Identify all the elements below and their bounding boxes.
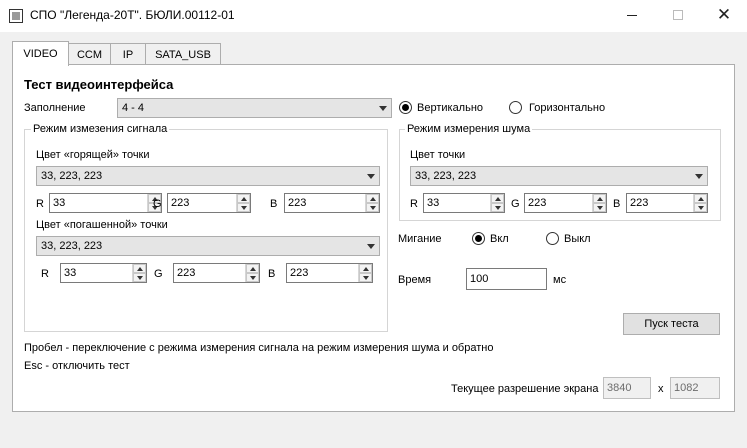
- resolution-height: 1082: [670, 377, 720, 399]
- blink-on-label: Вкл: [490, 233, 509, 245]
- resolution-label: Текущее разрешение экрана: [451, 383, 599, 395]
- dead-pixel-label: Цвет «погашенной» точки: [36, 219, 168, 231]
- hint-space: Пробел - переключение с режима измерения…: [24, 342, 494, 354]
- vertical-radio[interactable]: [399, 101, 412, 114]
- start-test-button[interactable]: Пуск теста: [623, 313, 720, 335]
- dead-pixel-combo[interactable]: 33, 223, 223: [36, 236, 380, 256]
- dead-g-value: 223: [177, 267, 196, 279]
- hot-pixel-combo-value: 33, 223, 223: [41, 170, 103, 182]
- maximize-icon: [673, 10, 683, 20]
- noise-pixel-label: Цвет точки: [410, 149, 466, 161]
- spin-up-icon[interactable]: [694, 194, 707, 203]
- blink-on-radio[interactable]: [472, 232, 485, 245]
- spin-up-icon[interactable]: [246, 264, 259, 273]
- spin-down-icon[interactable]: [694, 203, 707, 212]
- signal-mode-group-title: Режим измезения сигнала: [31, 123, 170, 135]
- blink-label: Мигание: [398, 233, 442, 245]
- spin-up-icon[interactable]: [491, 194, 504, 203]
- radio-dot: [475, 235, 482, 242]
- noise-g-value: 223: [528, 197, 547, 209]
- noise-mode-group-title: Режим измерения шума: [405, 123, 533, 135]
- horizontal-radio[interactable]: [509, 101, 522, 114]
- fill-combo[interactable]: 4 - 4: [117, 98, 392, 118]
- hot-b-spinbox[interactable]: 223: [284, 193, 380, 213]
- noise-g-spinbox[interactable]: 223: [524, 193, 607, 213]
- spin-down-icon[interactable]: [246, 273, 259, 282]
- blink-off-radio[interactable]: [546, 232, 559, 245]
- app-icon: [9, 9, 23, 23]
- dead-b-spinbox[interactable]: 223: [286, 263, 373, 283]
- hot-g-label: G: [153, 198, 162, 210]
- noise-pixel-combo-value: 33, 223, 223: [415, 170, 477, 182]
- minimize-icon: [627, 14, 637, 16]
- dead-r-spinbox[interactable]: 33: [60, 263, 147, 283]
- dead-g-label: G: [154, 268, 163, 280]
- chevron-down-icon: [363, 173, 379, 179]
- chevron-down-icon: [691, 173, 707, 179]
- tab-sata-usb[interactable]: SATA_USB: [145, 43, 221, 65]
- hint-esc: Esc - отключить тест: [24, 360, 130, 372]
- close-button[interactable]: ✕: [701, 0, 747, 30]
- chevron-down-icon: [363, 243, 379, 249]
- blink-off-label: Выкл: [564, 233, 591, 245]
- time-unit: мс: [553, 274, 567, 286]
- noise-b-spinbox[interactable]: 223: [626, 193, 708, 213]
- resolution-separator: x: [658, 383, 664, 395]
- spin-up-icon[interactable]: [593, 194, 606, 203]
- tab-ip[interactable]: IP: [110, 43, 146, 65]
- hot-r-label: R: [36, 198, 44, 210]
- hot-b-label: B: [270, 198, 278, 210]
- hot-r-value: 33: [53, 197, 66, 209]
- spin-down-icon[interactable]: [359, 273, 372, 282]
- video-tab-pane: Тест видеоинтерфейса Заполнение 4 - 4 Ве…: [12, 64, 735, 412]
- resolution-width: 3840: [603, 377, 651, 399]
- noise-b-value: 223: [630, 197, 649, 209]
- dead-b-value: 223: [290, 267, 309, 279]
- page-title: Тест видеоинтерфейса: [24, 77, 174, 92]
- noise-pixel-combo[interactable]: 33, 223, 223: [410, 166, 708, 186]
- dead-b-label: B: [268, 268, 276, 280]
- spin-down-icon[interactable]: [133, 273, 146, 282]
- fill-label: Заполнение: [24, 102, 86, 114]
- hot-pixel-combo[interactable]: 33, 223, 223: [36, 166, 380, 186]
- spin-up-icon[interactable]: [133, 264, 146, 273]
- maximize-button[interactable]: [655, 0, 701, 30]
- minimize-button[interactable]: [609, 0, 655, 30]
- spin-down-icon[interactable]: [491, 203, 504, 212]
- noise-r-value: 33: [427, 197, 440, 209]
- hot-b-value: 223: [288, 197, 307, 209]
- radio-dot: [402, 104, 409, 111]
- noise-b-label: B: [613, 198, 621, 210]
- close-icon: ✕: [716, 4, 732, 25]
- hot-r-spinbox[interactable]: 33: [49, 193, 162, 213]
- spin-down-icon[interactable]: [366, 203, 379, 212]
- noise-r-label: R: [410, 198, 418, 210]
- spin-up-icon[interactable]: [359, 264, 372, 273]
- chevron-down-icon: [375, 105, 391, 111]
- spin-down-icon[interactable]: [593, 203, 606, 212]
- dead-r-value: 33: [64, 267, 77, 279]
- fill-combo-value: 4 - 4: [122, 102, 145, 114]
- time-input[interactable]: 100: [466, 268, 547, 290]
- dead-r-label: R: [41, 268, 49, 280]
- tab-video[interactable]: VIDEO: [12, 41, 69, 66]
- spin-down-icon[interactable]: [237, 203, 250, 212]
- dead-g-spinbox[interactable]: 223: [173, 263, 260, 283]
- hot-pixel-label: Цвет «горящей» точки: [36, 149, 150, 161]
- noise-r-spinbox[interactable]: 33: [423, 193, 505, 213]
- hot-g-value: 223: [171, 197, 190, 209]
- vertical-label: Вертикально: [417, 102, 484, 114]
- spin-up-icon[interactable]: [237, 194, 250, 203]
- dead-pixel-combo-value: 33, 223, 223: [41, 240, 103, 252]
- horizontal-label: Горизонтально: [529, 102, 606, 114]
- tab-ccm[interactable]: CCM: [68, 43, 111, 65]
- hot-g-spinbox[interactable]: 223: [167, 193, 251, 213]
- time-label: Время: [398, 274, 432, 286]
- noise-g-label: G: [511, 198, 520, 210]
- window-title: СПО "Легенда-20Т". БЮЛИ.00112-01: [30, 8, 235, 22]
- spin-up-icon[interactable]: [366, 194, 379, 203]
